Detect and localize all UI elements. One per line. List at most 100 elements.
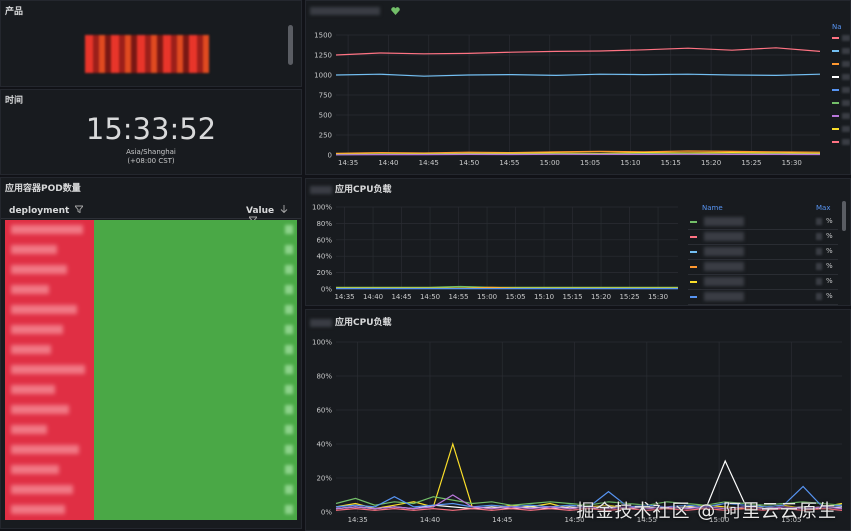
x-tick-label: 15:30 (782, 159, 802, 167)
redacted-text (704, 247, 744, 256)
table-rows (5, 220, 297, 520)
legend-item[interactable] (824, 83, 850, 96)
y-tick-label: 40% (316, 441, 332, 449)
legend-swatch (690, 251, 697, 253)
y-tick-label: 20% (316, 475, 332, 483)
redacted-text (842, 86, 850, 93)
x-tick-label: 14:50 (459, 159, 479, 167)
redacted-text (285, 485, 293, 494)
y-tick-label: 100% (312, 204, 332, 212)
legend-row[interactable]: % (688, 260, 838, 275)
redacted-text (11, 425, 47, 434)
redacted-text (842, 47, 850, 54)
series-line (335, 153, 821, 156)
legend-item[interactable] (824, 44, 850, 57)
redacted-text (704, 262, 744, 271)
legend-header-name[interactable]: Name (702, 204, 723, 212)
y-tick-label: 1000 (314, 72, 332, 80)
legend-swatch (832, 49, 839, 52)
legend-header: Na (832, 23, 842, 31)
redacted-text (285, 285, 293, 294)
table-row[interactable] (5, 360, 297, 380)
legend: Na (824, 23, 850, 173)
scrollbar[interactable] (288, 25, 293, 65)
legend-header-max[interactable]: Max (816, 204, 830, 212)
legend-item[interactable] (824, 57, 850, 70)
y-tick-label: 1500 (314, 32, 332, 40)
x-tick-label: 15:30 (648, 293, 668, 301)
product-logo-redacted (85, 35, 209, 73)
legend-row[interactable]: % (688, 275, 838, 290)
scrollbar[interactable] (842, 201, 846, 231)
redacted-text (816, 293, 822, 300)
legend-max-unit: % (826, 292, 833, 300)
redacted-text (11, 365, 85, 374)
clock-offset: (+08:00 CST) (127, 157, 175, 165)
table-row[interactable] (5, 280, 297, 300)
panel-pods: 应用容器POD数量 deployment Value (0, 177, 302, 529)
watermark: 掘金技术社区 @ 阿里云云原生 (576, 501, 837, 522)
legend-item[interactable] (824, 31, 850, 44)
table-row[interactable] (5, 260, 297, 280)
table-row[interactable] (5, 240, 297, 260)
heart-icon (391, 6, 400, 15)
legend-item[interactable] (824, 70, 850, 83)
filter-icon[interactable] (74, 205, 85, 214)
x-tick-label: 14:45 (391, 293, 411, 301)
x-tick-label: 14:45 (492, 516, 512, 524)
series-line (335, 73, 821, 77)
x-tick-label: 15:20 (701, 159, 721, 167)
table-row[interactable] (5, 380, 297, 400)
table-row[interactable] (5, 480, 297, 500)
legend-swatch (832, 88, 839, 91)
redacted-text (11, 505, 65, 514)
table-row[interactable] (5, 420, 297, 440)
redacted-text (285, 365, 293, 374)
legend-item[interactable] (824, 122, 850, 135)
legend-swatch (690, 296, 697, 298)
redacted-text (842, 99, 850, 106)
legend-item[interactable] (824, 109, 850, 122)
legend-swatch (690, 221, 697, 223)
cpu-line-chart-1: 0% 20% 40% 60% 80% 100% 14:35 14:40 14:45 14:50 14… (312, 204, 678, 301)
y-tick-label: 750 (319, 92, 332, 100)
legend-row[interactable]: % (688, 215, 838, 230)
table-row[interactable] (5, 440, 297, 460)
x-tick-label: 14:55 (499, 159, 519, 167)
column-header-deployment[interactable]: deployment (9, 205, 85, 216)
table-row[interactable] (5, 400, 297, 420)
redacted-text (285, 245, 293, 254)
legend-item[interactable] (824, 96, 850, 109)
redacted-text (11, 345, 51, 354)
legend-max-unit: % (826, 232, 833, 240)
table-row[interactable] (5, 340, 297, 360)
redacted-text (11, 305, 77, 314)
table-row[interactable] (5, 500, 297, 520)
redacted-text (842, 138, 850, 145)
legend-row[interactable]: % (688, 245, 838, 260)
redacted-text (285, 225, 293, 234)
legend-swatch (832, 140, 839, 143)
legend-row[interactable]: % (688, 230, 838, 245)
panel-time: 时间 15:33:52 Asia/Shanghai (+08:00 CST) (0, 89, 302, 175)
y-tick-label: 0% (321, 286, 332, 294)
clock-display: 15:33:52 (85, 112, 217, 146)
sort-desc-icon[interactable] (280, 205, 288, 214)
table-row[interactable] (5, 320, 297, 340)
redacted-text (285, 405, 293, 414)
table-row[interactable] (5, 220, 297, 240)
redacted-text (285, 465, 293, 474)
y-tick-label: 1250 (314, 52, 332, 60)
y-tick-label: 60% (316, 407, 332, 415)
redacted-text (11, 405, 69, 414)
legend-item[interactable] (824, 135, 850, 148)
redacted-text (704, 277, 744, 286)
x-tick-label: 14:50 (420, 293, 440, 301)
legend-row[interactable]: % (688, 290, 838, 305)
legend-max-unit: % (826, 277, 833, 285)
table-row[interactable] (5, 460, 297, 480)
redacted-text (704, 217, 744, 226)
legend-rows: %%%%%% (688, 215, 838, 305)
table-row[interactable] (5, 300, 297, 320)
y-tick-label: 100% (312, 339, 332, 347)
